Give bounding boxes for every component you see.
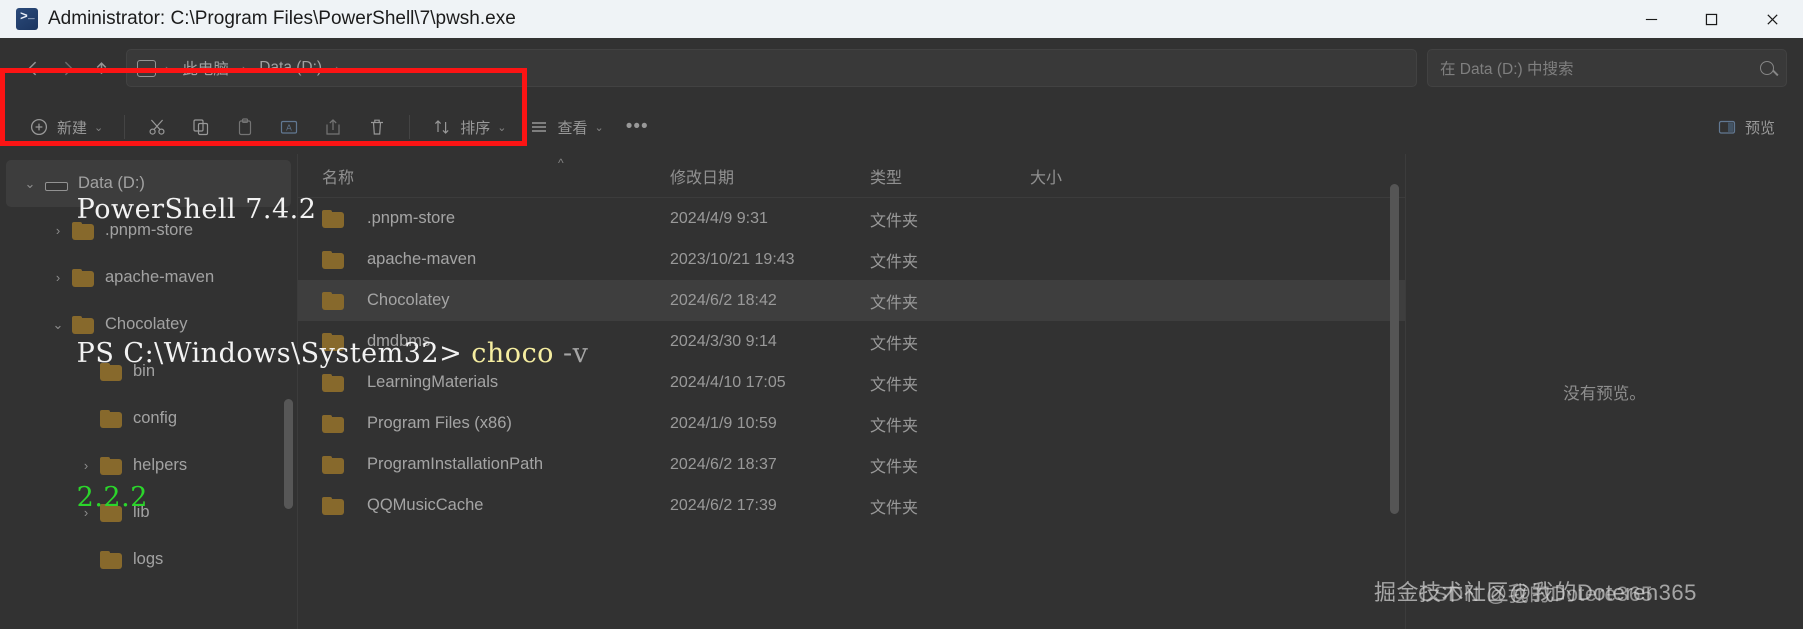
close-icon[interactable] (1741, 0, 1803, 38)
maximize-icon[interactable] (1681, 0, 1741, 38)
powershell-icon (16, 8, 38, 30)
console-command: choco (471, 338, 554, 369)
console-output: 2.2.2 (76, 482, 148, 513)
screen: Data (D:) ✕ ＋ › 此电脑 › Data (D:) › (0, 0, 1803, 629)
console-line-banner: PowerShell 7.4.2 (4, 138, 1803, 225)
powershell-console[interactable]: PowerShell 7.4.2 PS C:\Windows\System32>… (0, 38, 1803, 629)
minimize-icon[interactable] (1621, 0, 1681, 38)
powershell-window: Administrator: C:\Program Files\PowerShe… (0, 0, 1803, 629)
powershell-title: Administrator: C:\Program Files\PowerShe… (48, 8, 516, 29)
console-argument: -v (563, 338, 589, 369)
window-controls (1621, 0, 1803, 38)
powershell-banner: PowerShell 7.4.2 (76, 194, 317, 225)
powershell-title-bar[interactable]: Administrator: C:\Program Files\PowerShe… (0, 0, 1803, 38)
console-line-output: 2.2.2 (4, 426, 1803, 513)
console-line-command: PS C:\Windows\System32> choco -v (4, 282, 1803, 369)
console-prompt: PS C:\Windows\System32> (76, 338, 463, 369)
watermark-secondary: CSDN @我的Dotere365 (1418, 583, 1654, 606)
